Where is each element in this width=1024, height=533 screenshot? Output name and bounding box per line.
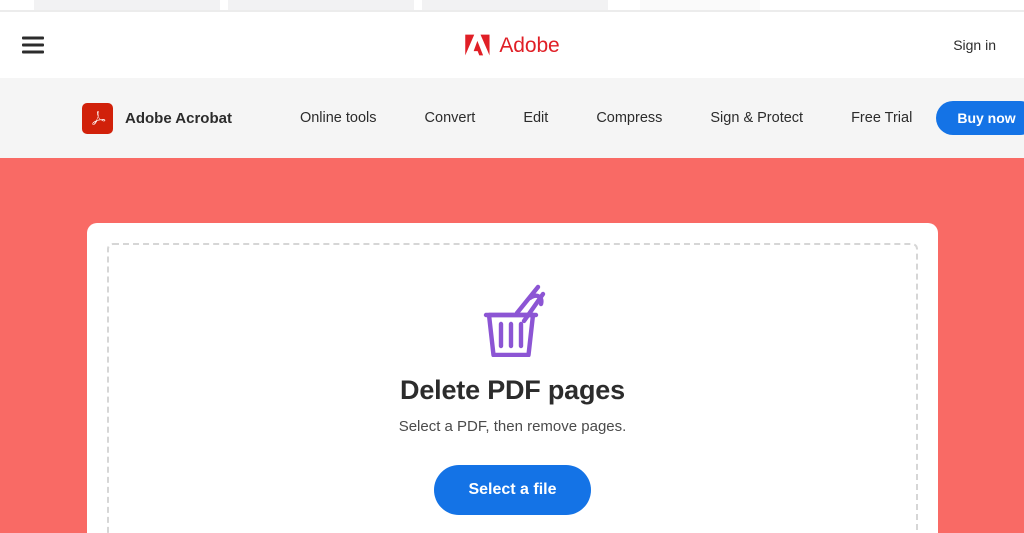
- file-dropzone[interactable]: Delete PDF pages Select a PDF, then remo…: [107, 243, 918, 533]
- hamburger-bar: [22, 43, 44, 47]
- adobe-acrobat-icon: [82, 102, 113, 134]
- product-nav-bar: Adobe Acrobat Online tools Convert Edit …: [0, 78, 1024, 158]
- browser-tab[interactable]: [640, 0, 760, 10]
- browser-tab[interactable]: [34, 0, 220, 10]
- delete-trash-can-icon: [483, 284, 545, 357]
- page-title: Delete PDF pages: [400, 375, 625, 405]
- hero-section: Delete PDF pages Select a PDF, then remo…: [0, 158, 1024, 533]
- sign-in-link[interactable]: Sign in: [953, 37, 996, 53]
- hamburger-bar: [22, 50, 44, 54]
- browser-tab-strip: [0, 0, 1024, 12]
- adobe-wordmark: Adobe: [499, 33, 560, 57]
- browser-tab[interactable]: [228, 0, 414, 10]
- browser-viewport: Adobe Sign in Adobe Acrobat Online tools…: [0, 0, 1024, 533]
- adobe-logo-icon: [465, 34, 490, 56]
- nav-link-convert[interactable]: Convert: [401, 104, 500, 132]
- page-subtitle: Select a PDF, then remove pages.: [398, 418, 627, 435]
- adobe-acrobat-brand[interactable]: Adobe Acrobat: [82, 102, 232, 134]
- nav-link-compress[interactable]: Compress: [572, 104, 686, 132]
- buy-now-button[interactable]: Buy now: [936, 101, 1024, 135]
- global-header: Adobe Sign in: [0, 12, 1024, 78]
- nav-link-free-trial[interactable]: Free Trial: [827, 104, 936, 132]
- nav-link-sign-protect[interactable]: Sign & Protect: [686, 104, 827, 132]
- adobe-brand-lockup[interactable]: Adobe: [464, 33, 560, 57]
- product-nav-links: Online tools Convert Edit Compress Sign …: [276, 104, 936, 132]
- hamburger-menu-icon[interactable]: [22, 36, 44, 54]
- upload-card: Delete PDF pages Select a PDF, then remo…: [87, 223, 938, 533]
- nav-link-edit[interactable]: Edit: [499, 104, 572, 132]
- nav-link-online-tools[interactable]: Online tools: [276, 104, 401, 132]
- product-name-label: Adobe Acrobat: [125, 109, 232, 127]
- hamburger-bar: [22, 36, 44, 40]
- select-a-file-button[interactable]: Select a file: [434, 465, 591, 515]
- browser-tab[interactable]: [422, 0, 608, 10]
